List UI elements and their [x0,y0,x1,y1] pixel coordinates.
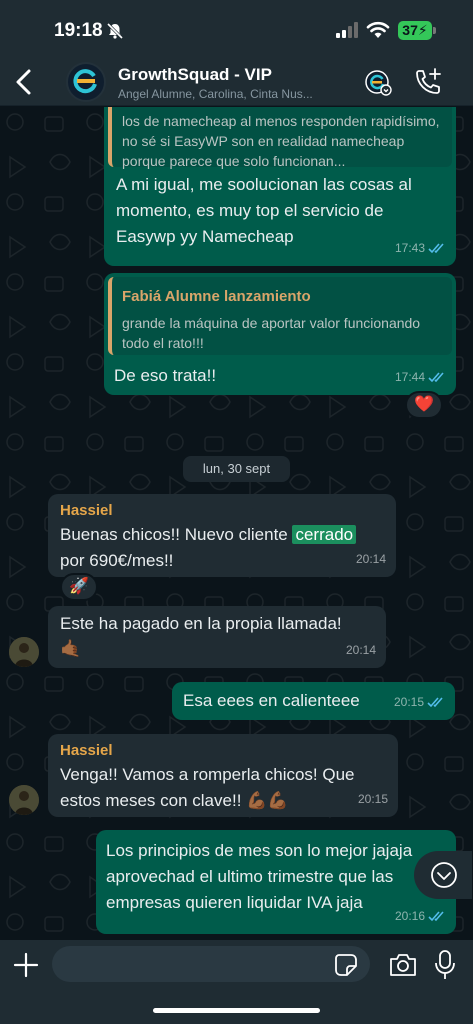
battery-indicator: 37⚡ [398,21,432,40]
incoming-message[interactable]: Hassiel Venga!! Vamos a romperla chicos!… [48,734,398,817]
read-ticks-icon [428,371,444,382]
outgoing-message[interactable]: Los principios de mes son lo mejor jajaj… [96,830,456,934]
message-time: 20:14 [345,643,376,657]
read-ticks-icon [427,696,443,707]
read-ticks-icon [428,242,444,253]
message-time: 17:44 [394,370,425,384]
quoted-text: los de namecheap al menos responden rapi… [122,113,440,169]
message-text: Venga!! Vamos a romperla chicos! Que est… [60,765,355,810]
quoted-sender: Fabiá Alumne lanzamiento [122,288,311,305]
message-text-continued: por 690€/mes!! [60,551,174,570]
date-separator: lun, 30 sept [183,456,290,482]
bell-muted-icon [106,22,124,40]
message-input[interactable] [52,946,370,982]
group-members[interactable]: Angel Alumne, Carolina, Cinta Nus... [118,87,343,101]
sender-avatar[interactable] [9,785,39,815]
message-text: Buenas chicos!! Nuevo cliente [60,525,293,544]
charging-icon: ⚡ [417,22,428,38]
quoted-text: grande la máquina de aportar valor funci… [122,315,421,351]
highlighted-word: cerrado [292,525,357,544]
outgoing-message[interactable]: Fabiá Alumne lanzamiento grande la máqui… [104,273,456,395]
message-text-block: Buenas chicos!! Nuevo cliente cerrado po… [60,522,390,574]
back-arrow-icon[interactable] [10,64,40,100]
scroll-down-button[interactable] [414,851,472,899]
avatar-photo [9,785,39,815]
microphone-icon[interactable] [434,949,456,981]
message-text: Esa eees en calienteee [183,691,360,710]
group-avatar[interactable] [66,62,106,102]
message-meta: 20:14 [356,547,386,571]
quoted-message[interactable]: los de namecheap al menos responden rapi… [108,107,452,169]
wifi-icon [366,21,390,38]
read-ticks-icon [428,910,444,921]
message-reaction[interactable]: 🚀 [60,573,98,601]
status-bar: 19:18 37⚡ [0,0,473,58]
message-time: 20:14 [355,552,386,566]
chat-header: GrowthSquad - VIP Angel Alumne, Carolina… [0,58,473,106]
incoming-message[interactable]: Hassiel Buenas chicos!! Nuevo cliente ce… [48,494,396,577]
status-time: 19:18 [54,20,103,41]
chevron-down-icon [431,862,457,888]
battery-tip [433,27,436,34]
message-meta: 20:16 [395,904,446,928]
outgoing-message[interactable]: los de namecheap al menos responden rapi… [104,107,456,266]
camera-icon[interactable] [388,951,418,979]
message-reaction[interactable]: ❤️ [405,391,443,419]
message-meta: 17:43 [395,236,446,260]
sender-avatar[interactable] [9,637,39,667]
message-text: Este ha pagado en la propia llamada! [60,614,342,633]
sender-name: Hassiel [60,742,113,759]
group-name[interactable]: GrowthSquad - VIP [118,65,272,85]
message-time: 20:15 [357,792,388,806]
battery-level: 37 [402,22,418,38]
incoming-message[interactable]: Este ha pagado en la propia llamada! 🤙🏾 … [48,606,386,668]
cellular-signal-icon [336,22,358,38]
message-time: 17:43 [394,241,425,255]
message-time: 20:16 [394,909,425,923]
outgoing-message[interactable]: Esa eees en calienteee 20:15 [172,682,455,720]
quoted-message[interactable]: Fabiá Alumne lanzamiento grande la máqui… [108,277,452,355]
message-emoji: 💪🏾💪🏾 [246,791,289,810]
composer-bar [0,940,473,1024]
add-call-icon[interactable] [412,66,444,98]
message-time: 20:15 [393,695,424,709]
sticker-icon[interactable] [334,953,358,977]
message-text: De eso trata!! [114,366,217,385]
message-text: Los principios de mes son lo mejor jajaj… [106,841,413,912]
group-status-icon[interactable] [362,66,394,98]
message-text-block: Venga!! Vamos a romperla chicos! Que est… [60,762,360,814]
home-indicator [153,1008,320,1013]
message-meta: 20:14 [346,638,376,662]
chat-area[interactable]: los de namecheap al menos responden rapi… [0,107,473,940]
message-meta: 20:15 [358,787,388,811]
sender-name: Hassiel [60,502,113,519]
plus-icon[interactable] [12,951,40,979]
avatar-photo [9,637,39,667]
group-logo-icon [73,69,97,94]
message-emoji: 🤙🏾 [60,639,82,658]
message-meta: 17:44 [395,365,446,389]
message-meta: 20:15 [394,690,445,714]
